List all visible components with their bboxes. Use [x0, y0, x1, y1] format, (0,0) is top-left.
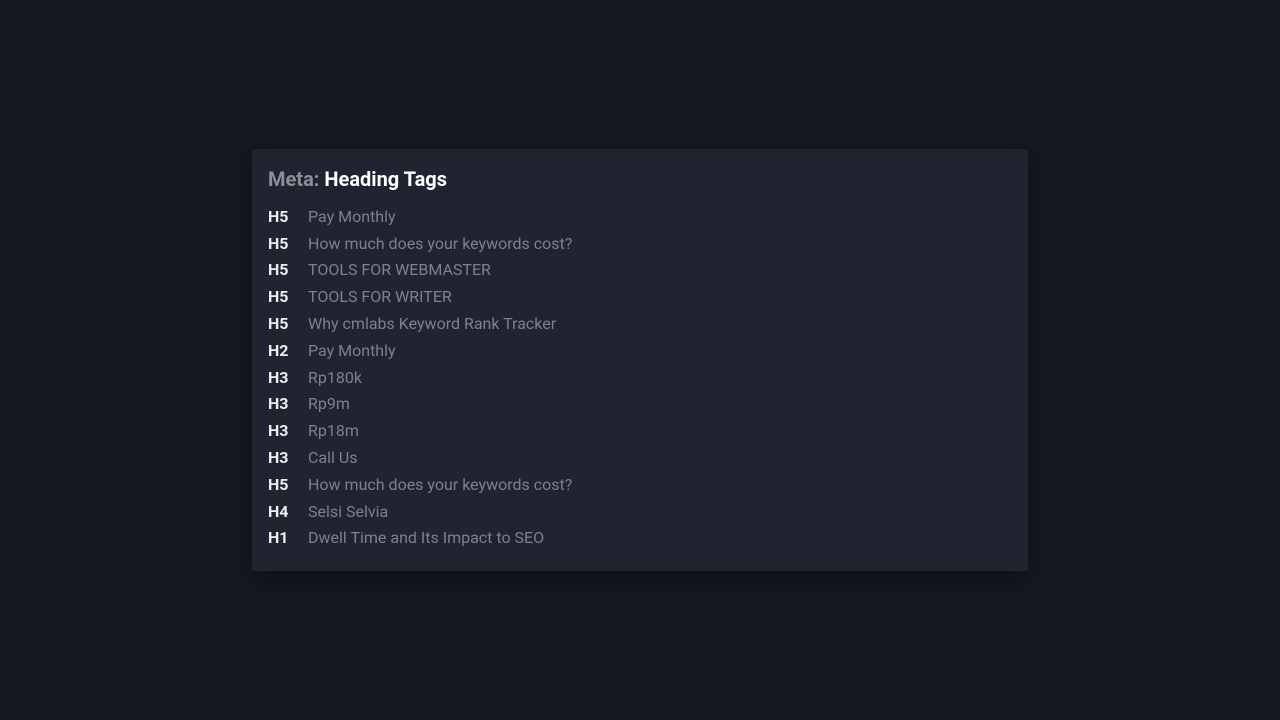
heading-text: Rp180k	[308, 368, 362, 389]
heading-tag: H5	[268, 207, 292, 228]
heading-row: H3 Call Us	[268, 448, 1012, 469]
heading-row: H5 How much does your keywords cost?	[268, 234, 1012, 255]
panel-title: Meta: Heading Tags	[268, 167, 1012, 191]
heading-text: How much does your keywords cost?	[308, 475, 572, 496]
panel-title-main: Heading Tags	[324, 167, 447, 191]
heading-tag: H3	[268, 448, 292, 469]
heading-row: H5 TOOLS FOR WEBMASTER	[268, 260, 1012, 281]
heading-text: Why cmlabs Keyword Rank Tracker	[308, 314, 556, 335]
heading-tag: H4	[268, 502, 292, 523]
heading-text: Call Us	[308, 448, 358, 469]
heading-tag: H3	[268, 394, 292, 415]
heading-row: H2 Pay Monthly	[268, 341, 1012, 362]
heading-tags-panel: Meta: Heading Tags H5 Pay Monthly H5 How…	[252, 149, 1028, 571]
heading-tag: H5	[268, 314, 292, 335]
heading-row: H3 Rp180k	[268, 368, 1012, 389]
heading-row: H4 Selsi Selvia	[268, 502, 1012, 523]
heading-rows: H5 Pay Monthly H5 How much does your key…	[268, 207, 1012, 549]
heading-text: Rp18m	[308, 421, 359, 442]
heading-text: How much does your keywords cost?	[308, 234, 572, 255]
heading-text: Pay Monthly	[308, 341, 396, 362]
heading-row: H3 Rp18m	[268, 421, 1012, 442]
heading-tag: H3	[268, 368, 292, 389]
heading-tag: H5	[268, 475, 292, 496]
heading-row: H5 TOOLS FOR WRITER	[268, 287, 1012, 308]
heading-row: H3 Rp9m	[268, 394, 1012, 415]
heading-row: H5 How much does your keywords cost?	[268, 475, 1012, 496]
heading-tag: H2	[268, 341, 292, 362]
heading-tag: H5	[268, 287, 292, 308]
heading-text: Selsi Selvia	[308, 502, 388, 523]
heading-text: TOOLS FOR WRITER	[308, 287, 452, 308]
heading-tag: H1	[268, 528, 292, 549]
heading-row: H5 Pay Monthly	[268, 207, 1012, 228]
heading-row: H5 Why cmlabs Keyword Rank Tracker	[268, 314, 1012, 335]
heading-tag: H3	[268, 421, 292, 442]
heading-text: Pay Monthly	[308, 207, 396, 228]
heading-text: Dwell Time and Its Impact to SEO	[308, 528, 544, 549]
panel-title-prefix: Meta:	[268, 167, 324, 191]
heading-tag: H5	[268, 260, 292, 281]
heading-tag: H5	[268, 234, 292, 255]
heading-text: TOOLS FOR WEBMASTER	[308, 260, 491, 281]
heading-row: H1 Dwell Time and Its Impact to SEO	[268, 528, 1012, 549]
heading-text: Rp9m	[308, 394, 350, 415]
